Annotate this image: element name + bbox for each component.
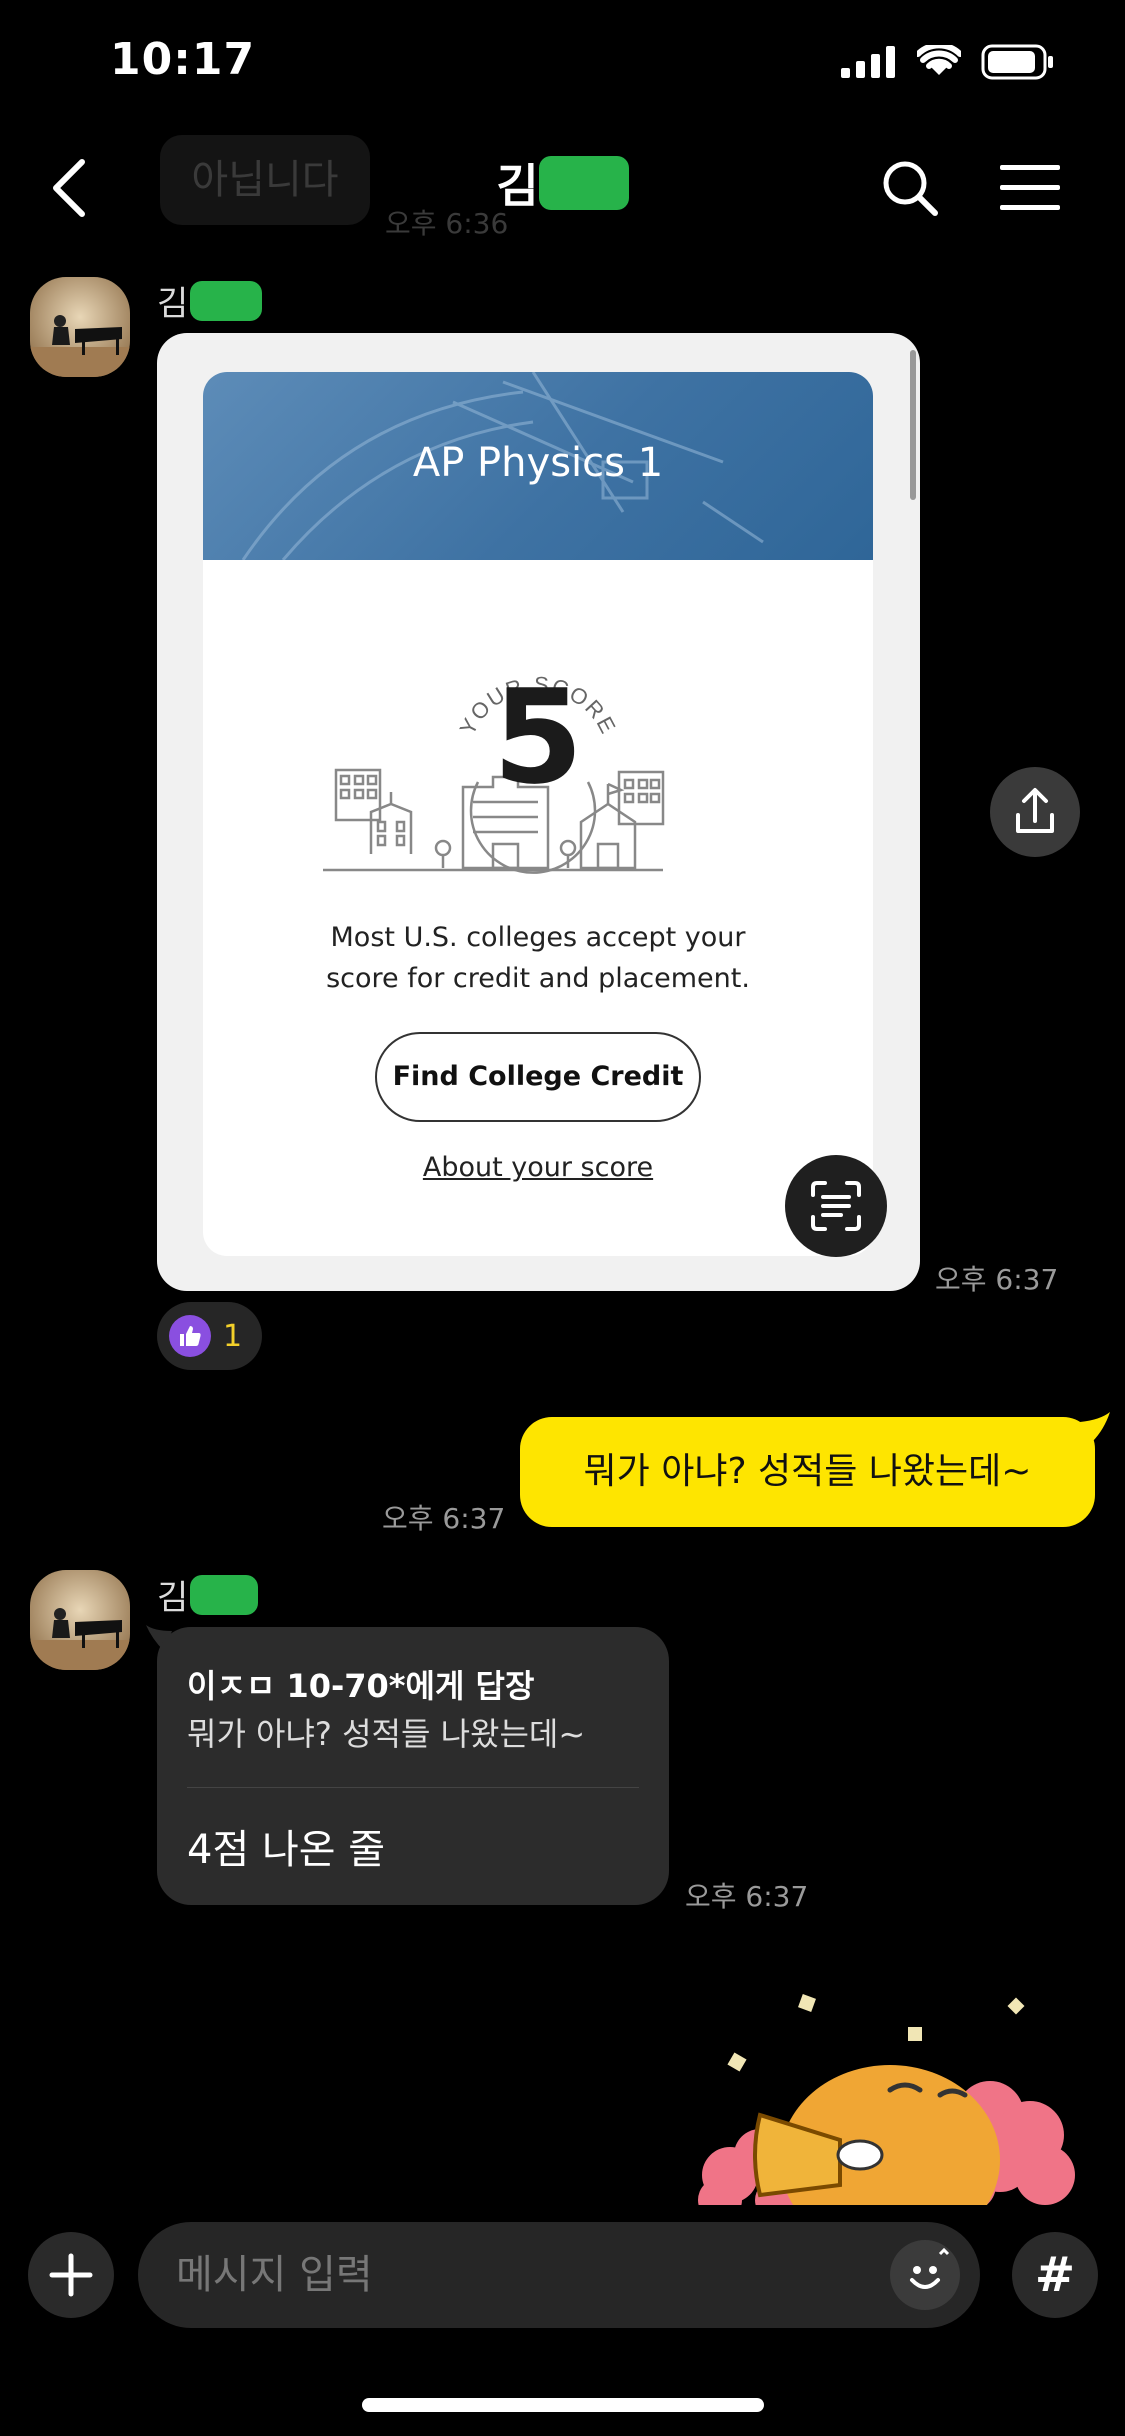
sticker-image[interactable] (690, 1985, 1090, 2205)
bubble-tail (1080, 1412, 1110, 1442)
plus-icon (49, 2253, 93, 2297)
status-icons (841, 44, 1055, 80)
emoji-icon (910, 2247, 950, 2289)
redacted-name (538, 156, 629, 210)
sender-name-text: 김 (157, 1578, 189, 1618)
text-scan-icon (811, 1181, 861, 1231)
outgoing-message[interactable]: 뭐가 아냐? 성적들 나왔는데~ (520, 1417, 1095, 1527)
emoji-button[interactable] (890, 2240, 960, 2310)
battery-icon (981, 44, 1053, 80)
redacted-name (190, 1574, 259, 1615)
redacted-name (190, 280, 263, 321)
sender-name: 김 (157, 1570, 259, 1619)
wifi-icon (917, 45, 961, 75)
text-scan-button[interactable] (785, 1155, 887, 1257)
score-description-line1: Most U.S. colleges accept your (330, 922, 746, 953)
quoted-text: 뭐가 아냐? 성적들 나왔는데~ (187, 1715, 586, 1753)
chat-title: 김 (0, 150, 1125, 216)
reply-divider (187, 1787, 639, 1788)
share-icon (1016, 788, 1054, 833)
attach-button[interactable] (28, 2232, 114, 2318)
outgoing-time: 오후 6:37 (382, 1502, 506, 1535)
search-icon[interactable] (880, 158, 940, 218)
sender-name: 김 (157, 276, 263, 325)
share-button[interactable] (990, 767, 1080, 857)
reply-message[interactable]: 이ㅈㅁ 10-70*에게 답장 뭐가 아냐? 성적들 나왔는데~ 4점 나온 줄 (157, 1627, 669, 1905)
reply-time: 오후 6:37 (685, 1880, 809, 1913)
signal-icon (841, 46, 895, 78)
avatar-photo (30, 277, 130, 377)
avatar[interactable] (30, 277, 130, 377)
score-value: 5 (492, 661, 584, 813)
reply-text: 4점 나온 줄 (187, 1827, 386, 1873)
message-input[interactable]: 메시지 입력 (138, 2222, 980, 2328)
find-college-credit-button[interactable]: Find College Credit (375, 1032, 701, 1122)
input-placeholder: 메시지 입력 (176, 2252, 373, 2298)
status-time: 10:17 (110, 34, 256, 85)
sender-name-text: 김 (157, 284, 189, 324)
home-indicator (362, 2398, 764, 2412)
card-title: AP Physics 1 (412, 440, 664, 486)
reply-header: 이ㅈㅁ 10-70*에게 답장 (187, 1667, 535, 1705)
ap-score-card[interactable]: AP Physics 1 YOUR SCORE 5 Most U.S. coll… (203, 372, 873, 1256)
message-time: 오후 6:37 (935, 1263, 1059, 1296)
thumbs-up-icon (169, 1315, 211, 1357)
chat-title-text: 김 (496, 159, 539, 213)
about-score-link[interactable]: About your score (203, 1152, 873, 1183)
menu-icon[interactable] (998, 163, 1062, 213)
reaction-chip[interactable]: 1 (157, 1302, 262, 1370)
hash-icon[interactable]: # (1012, 2232, 1098, 2318)
score-description-line2: score for credit and placement. (326, 963, 750, 994)
reaction-count: 1 (223, 1318, 243, 1354)
avatar[interactable] (30, 1570, 130, 1670)
avatar-photo (30, 1570, 130, 1670)
card-scrollbar (910, 350, 916, 500)
score-description: Most U.S. colleges accept your score for… (203, 917, 873, 999)
